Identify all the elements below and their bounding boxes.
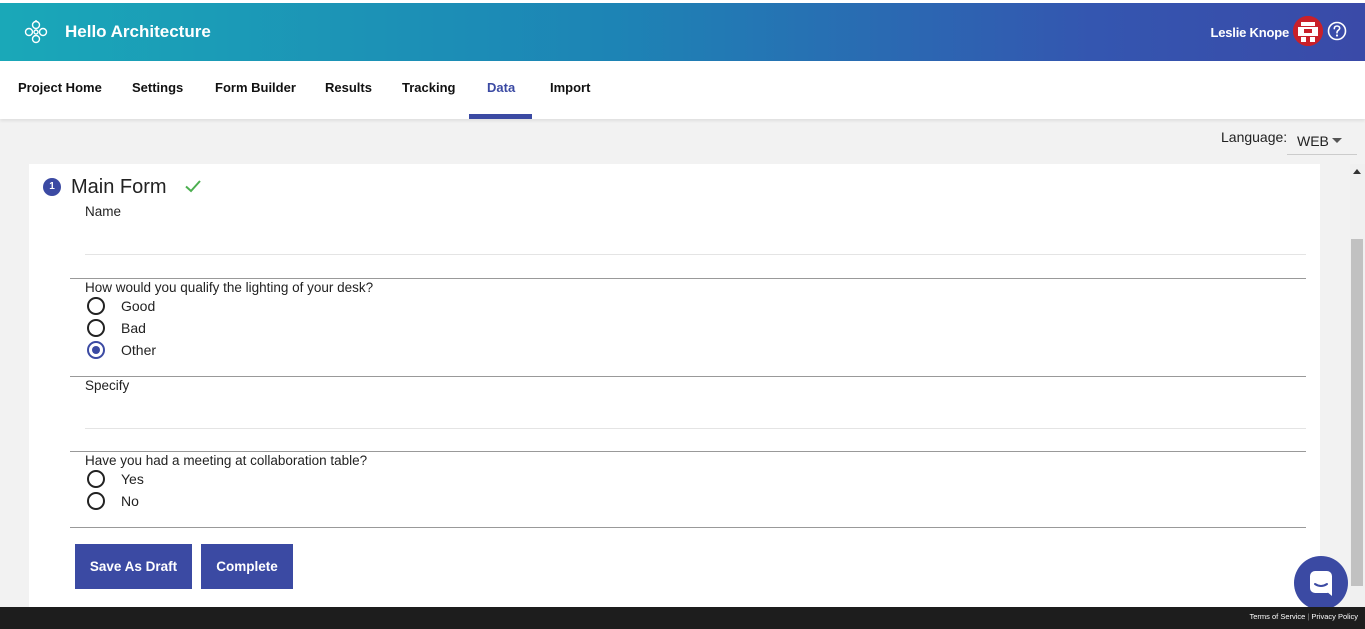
tab-results[interactable]: Results [325, 61, 372, 119]
divider [70, 451, 1306, 452]
divider [70, 527, 1306, 528]
chat-button[interactable] [1294, 556, 1348, 610]
radio-yes[interactable] [87, 470, 105, 488]
tab-form-builder[interactable]: Form Builder [215, 61, 296, 119]
radio-good[interactable] [87, 297, 105, 315]
language-select[interactable]: WEB [1287, 127, 1357, 155]
caret-down-icon [1332, 138, 1342, 143]
main-tabs: Project Home Settings Form Builder Resul… [0, 61, 1365, 119]
tab-import[interactable]: Import [550, 61, 590, 119]
terms-of-service-link[interactable]: Terms of Service [1250, 612, 1306, 621]
divider [70, 376, 1306, 377]
radio-yes-label[interactable]: Yes [121, 471, 144, 487]
footer: Terms of Service | Privacy Policy [0, 607, 1365, 629]
step-number-badge: 1 [43, 178, 61, 196]
check-icon [185, 180, 201, 193]
radio-no-label[interactable]: No [121, 493, 139, 509]
scroll-up-arrow-icon[interactable] [1353, 169, 1361, 174]
radio-other[interactable] [87, 341, 105, 359]
tab-project-home[interactable]: Project Home [18, 61, 102, 119]
divider [70, 278, 1306, 279]
radio-no[interactable] [87, 492, 105, 510]
complete-button[interactable]: Complete [201, 544, 293, 589]
save-as-draft-button[interactable]: Save As Draft [75, 544, 192, 589]
avatar[interactable] [1293, 16, 1323, 46]
flower-logo-icon[interactable] [24, 19, 48, 45]
footer-separator: | [1307, 612, 1310, 621]
specify-label: Specify [85, 378, 130, 393]
radio-bad[interactable] [87, 319, 105, 337]
question-lighting-label: How would you qualify the lighting of yo… [85, 280, 374, 295]
name-label: Name [85, 204, 122, 219]
privacy-policy-link[interactable]: Privacy Policy [1311, 612, 1358, 621]
specify-input[interactable] [85, 403, 1306, 429]
active-tab-indicator [469, 114, 532, 119]
radio-other-label[interactable]: Other [121, 342, 156, 358]
avatar-image-icon [1293, 16, 1323, 46]
radio-bad-label[interactable]: Bad [121, 320, 146, 336]
radio-good-label[interactable]: Good [121, 298, 155, 314]
app-header: Hello Architecture Leslie Knope [0, 3, 1365, 61]
app-title[interactable]: Hello Architecture [65, 22, 211, 42]
question-circle-icon[interactable] [1327, 21, 1347, 41]
form-title: Main Form [71, 176, 167, 198]
chat-bubble-icon [1310, 571, 1332, 596]
tab-data[interactable]: Data [487, 61, 515, 119]
name-input[interactable] [85, 229, 1306, 255]
scrollbar-thumb[interactable] [1351, 239, 1363, 586]
language-label: Language: [1221, 129, 1288, 145]
question-meeting-label: Have you had a meeting at collaboration … [85, 453, 368, 468]
tab-settings[interactable]: Settings [132, 61, 183, 119]
tab-tracking[interactable]: Tracking [402, 61, 455, 119]
user-name[interactable]: Leslie Knope [1210, 25, 1289, 40]
